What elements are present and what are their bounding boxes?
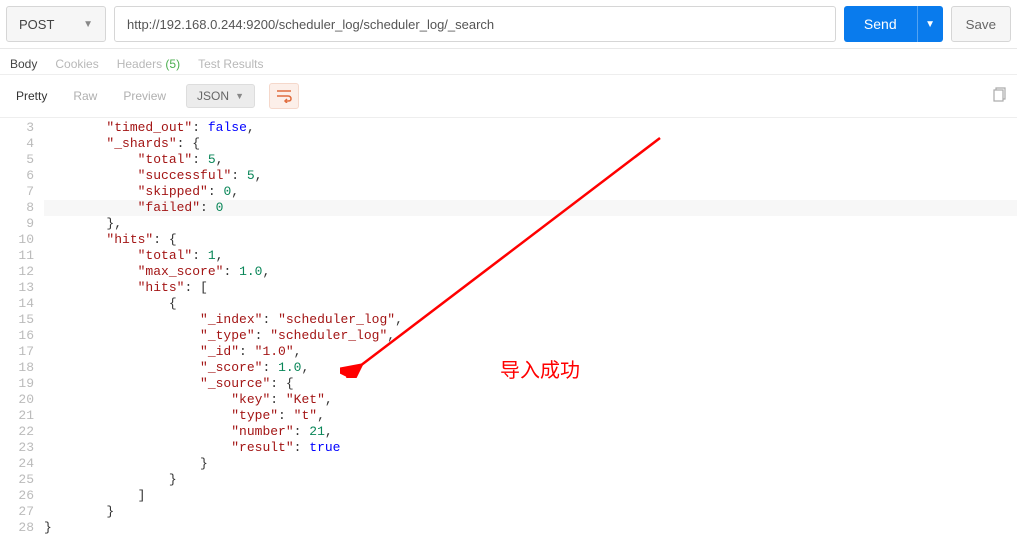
code-line: }	[44, 520, 1017, 536]
code-line: },	[44, 216, 1017, 232]
line-number: 26	[0, 488, 34, 504]
line-number: 4	[0, 136, 34, 152]
request-bar: POST ▼ Send ▼ Save	[0, 0, 1017, 49]
tab-body[interactable]: Body	[10, 57, 37, 71]
line-number: 25	[0, 472, 34, 488]
line-number: 28	[0, 520, 34, 536]
format-select[interactable]: JSON ▼	[186, 84, 255, 108]
code-line: "skipped": 0,	[44, 184, 1017, 200]
send-dropdown[interactable]: ▼	[917, 6, 943, 42]
code-line: "total": 1,	[44, 248, 1017, 264]
response-tabs: Pretty Raw Preview JSON ▼	[0, 75, 1017, 118]
tab-headers[interactable]: Headers (5)	[117, 57, 180, 71]
code-line: "successful": 5,	[44, 168, 1017, 184]
line-number: 7	[0, 184, 34, 200]
line-number: 15	[0, 312, 34, 328]
line-number: 17	[0, 344, 34, 360]
copy-icon[interactable]	[991, 87, 1007, 106]
code-line: }	[44, 456, 1017, 472]
tab-test-results[interactable]: Test Results	[198, 57, 263, 71]
send-button[interactable]: Send	[844, 6, 917, 42]
code-line: "_shards": {	[44, 136, 1017, 152]
code-line: ]	[44, 488, 1017, 504]
code-line: "max_score": 1.0,	[44, 264, 1017, 280]
response-body: 3456789101112131415161718192021222324252…	[0, 118, 1017, 548]
line-number: 8	[0, 200, 34, 216]
line-number: 10	[0, 232, 34, 248]
line-number: 21	[0, 408, 34, 424]
code-line: "hits": {	[44, 232, 1017, 248]
line-number: 23	[0, 440, 34, 456]
code-line: "_index": "scheduler_log",	[44, 312, 1017, 328]
code-line: "key": "Ket",	[44, 392, 1017, 408]
code-line: "number": 21,	[44, 424, 1017, 440]
method-select[interactable]: POST ▼	[6, 6, 106, 42]
line-number: 13	[0, 280, 34, 296]
line-number: 20	[0, 392, 34, 408]
save-button[interactable]: Save	[951, 6, 1011, 42]
tab-cookies[interactable]: Cookies	[55, 57, 98, 71]
line-number: 27	[0, 504, 34, 520]
line-gutter: 3456789101112131415161718192021222324252…	[0, 118, 44, 548]
url-input[interactable]	[114, 6, 836, 42]
line-number: 16	[0, 328, 34, 344]
code-line: "type": "t",	[44, 408, 1017, 424]
code-content[interactable]: "timed_out": false, "_shards": { "total"…	[44, 118, 1017, 548]
code-line: "result": true	[44, 440, 1017, 456]
rtab-raw[interactable]: Raw	[67, 85, 103, 107]
line-number: 11	[0, 248, 34, 264]
code-line: "total": 5,	[44, 152, 1017, 168]
caret-down-icon: ▼	[83, 19, 93, 30]
line-number: 12	[0, 264, 34, 280]
wrap-lines-button[interactable]	[269, 83, 299, 109]
method-value: POST	[19, 17, 54, 32]
line-number: 18	[0, 360, 34, 376]
request-tabs: Body Cookies Headers (5) Test Results	[0, 49, 1017, 75]
code-line: }	[44, 472, 1017, 488]
code-line: "failed": 0	[44, 200, 1017, 216]
code-line: "timed_out": false,	[44, 120, 1017, 136]
line-number: 3	[0, 120, 34, 136]
line-number: 5	[0, 152, 34, 168]
line-number: 6	[0, 168, 34, 184]
rtab-preview[interactable]: Preview	[117, 85, 172, 107]
code-line: "_id": "1.0",	[44, 344, 1017, 360]
line-number: 24	[0, 456, 34, 472]
caret-down-icon: ▼	[235, 91, 244, 101]
line-number: 14	[0, 296, 34, 312]
line-number: 9	[0, 216, 34, 232]
code-line: {	[44, 296, 1017, 312]
line-number: 22	[0, 424, 34, 440]
line-number: 19	[0, 376, 34, 392]
annotation-text: 导入成功	[500, 363, 580, 379]
rtab-pretty[interactable]: Pretty	[10, 85, 53, 107]
code-line: "_type": "scheduler_log",	[44, 328, 1017, 344]
code-line: "hits": [	[44, 280, 1017, 296]
code-line: }	[44, 504, 1017, 520]
